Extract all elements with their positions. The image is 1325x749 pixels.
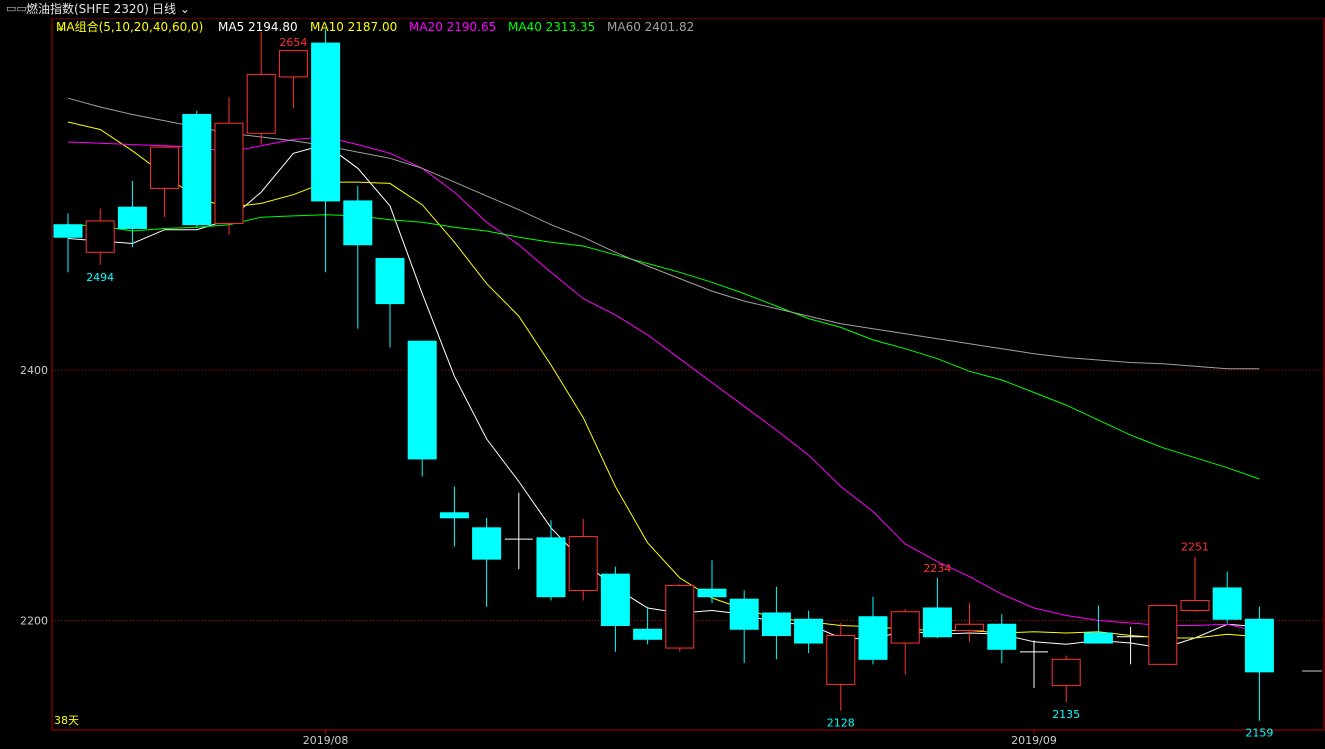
candle-body — [311, 42, 341, 202]
candle-body — [407, 340, 437, 460]
y-tick-label: 2200 — [20, 615, 48, 628]
y-tick-label: 2400 — [20, 364, 48, 377]
candle-body — [375, 258, 405, 305]
period-label: 日线 — [152, 2, 177, 16]
candle-body — [826, 635, 856, 685]
candle-body — [150, 146, 180, 189]
price-annotation: 2159 — [1245, 727, 1273, 740]
candle-body — [794, 618, 824, 644]
candle-body — [600, 573, 630, 627]
price-annotation: 2494 — [86, 271, 114, 284]
price-annotation: 2251 — [1181, 541, 1209, 554]
candle-body — [568, 536, 598, 591]
candle-body — [729, 598, 759, 630]
candle-body — [987, 623, 1017, 650]
candle-body — [761, 612, 791, 637]
chevron-down-icon: ⌄ — [176, 2, 190, 16]
ma-line-ma20 — [67, 136, 1260, 633]
candle-body — [665, 584, 695, 649]
candle-body — [922, 607, 952, 638]
candle-body — [117, 206, 147, 229]
price-annotation: 2128 — [827, 717, 855, 730]
period-selector[interactable]: 日线 ⌄ — [152, 0, 190, 18]
x-tick-label: 2019/09 — [1011, 734, 1057, 747]
candle-body — [472, 527, 502, 560]
ma60-label: MA60 2401.82 — [607, 20, 695, 34]
candle-body — [85, 220, 115, 253]
ma10-label: MA10 2187.00 — [310, 20, 398, 34]
candle-body — [278, 50, 308, 78]
price-annotation: 2135 — [1052, 708, 1080, 721]
restore-icon[interactable]: ▭▭ — [6, 0, 27, 18]
candle-body — [858, 616, 888, 660]
candle-body — [182, 113, 212, 226]
candle-body — [1148, 604, 1178, 665]
chevron-down-icon: ⌄ — [56, 20, 67, 34]
ma-line-ma60 — [67, 97, 1260, 370]
candle-body — [214, 122, 244, 224]
candle-body — [536, 537, 566, 598]
price-annotation: 2234 — [923, 562, 951, 575]
title-bar: ▭▭ 燃油指数(SHFE 2320) 日线 ⌄ — [0, 0, 1325, 18]
ma5-label: MA5 2194.80 — [218, 20, 298, 34]
candle-body — [439, 512, 469, 519]
instrument-title: 燃油指数(SHFE 2320) — [26, 2, 149, 16]
candle-body — [1180, 599, 1210, 611]
candle-body — [1244, 618, 1274, 673]
candle-body — [1051, 658, 1081, 687]
candle-body — [53, 224, 83, 238]
x-tick-label: 2019/08 — [303, 734, 349, 747]
candle-body — [633, 628, 663, 640]
candle-body — [955, 623, 985, 632]
candle-body — [343, 200, 373, 246]
candle-body — [1212, 587, 1242, 620]
ma-group-label: MA组合(5,10,20,40,60,0) — [56, 20, 204, 34]
ma40-label: MA40 2313.35 — [508, 20, 596, 34]
ma-line-ma10 — [67, 121, 1260, 639]
candle-body — [1083, 632, 1113, 644]
candlestick-chart[interactable]: 2400 2200 2019/08 2019/09 2654 2494 2128 2234 21… — [0, 0, 1325, 749]
candle-body — [246, 73, 276, 134]
candle-body — [697, 588, 727, 598]
candle-body — [890, 611, 920, 644]
ma20-label: MA20 2190.65 — [409, 20, 497, 34]
days-count: 38天 — [54, 714, 79, 727]
price-annotation: 2654 — [279, 36, 307, 49]
